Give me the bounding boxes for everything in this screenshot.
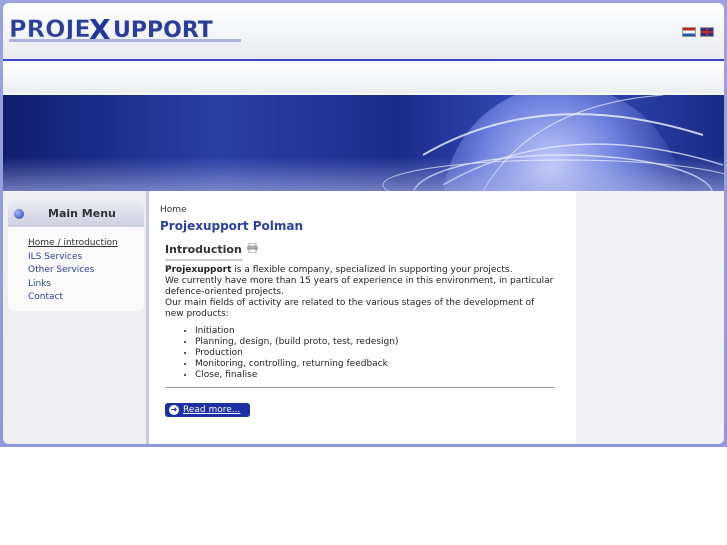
page-title: Projexupport Polman: [160, 219, 304, 233]
article-title: Introduction: [165, 243, 242, 256]
menu-item-ils-services[interactable]: ILS Services: [28, 252, 82, 262]
menu-item-home[interactable]: Home / introduction: [28, 238, 118, 248]
main-menu-header: Main Menu: [8, 201, 144, 227]
menu-bullet-icon: [14, 209, 24, 219]
language-switcher: [682, 27, 714, 37]
article-header: Introduction: [165, 242, 555, 256]
list-item: Close, finalise: [195, 370, 555, 381]
main-content: Home Projexupport Polman Introduction Pr…: [150, 191, 576, 444]
article-title-rule: [165, 259, 243, 261]
intro-line-3: Our main fields of activity are related …: [165, 298, 535, 319]
left-column: Main Menu Home / introduction ILS Servic…: [3, 191, 149, 444]
read-more-label: Read more...: [183, 405, 241, 415]
main-menu: Main Menu Home / introduction ILS Servic…: [8, 201, 144, 311]
list-item: Initiation: [195, 326, 555, 337]
flag-nl-icon[interactable]: [682, 27, 696, 37]
menu-item-other-services[interactable]: Other Services: [28, 265, 94, 275]
article: Introduction Projexupport is a flexible …: [165, 242, 555, 417]
main-menu-list: Home / introduction ILS Services Other S…: [28, 237, 118, 305]
list-item: Planning, design, (build proto, test, re…: [195, 337, 555, 348]
column-separator: [146, 191, 149, 444]
site-logo[interactable]: PROJE X UPPORT: [9, 15, 241, 43]
list-item: Monitoring, controlling, returning feedb…: [195, 359, 555, 370]
banner-fade: [3, 157, 724, 191]
read-more-button[interactable]: ➜ Read more...: [165, 403, 251, 417]
menu-item-contact[interactable]: Contact: [28, 292, 63, 302]
menu-item-links[interactable]: Links: [28, 279, 51, 289]
list-item: Production: [195, 348, 555, 359]
header-band: [3, 63, 724, 93]
globe-banner: [3, 95, 724, 191]
article-divider: [165, 387, 555, 388]
read-more-arrow-icon: ➜: [169, 405, 179, 415]
breadcrumb[interactable]: Home: [160, 205, 187, 215]
intro-paragraph: Projexupport is a flexible company, spec…: [165, 265, 555, 276]
activity-list: Initiation Planning, design, (build prot…: [165, 326, 555, 381]
company-name: Projexupport: [165, 265, 232, 275]
flag-en-icon[interactable]: [700, 27, 714, 37]
site-header: PROJE X UPPORT: [3, 3, 724, 59]
main-menu-title: Main Menu: [48, 207, 116, 220]
intro-line-1: is a flexible company, specialized in su…: [231, 265, 513, 275]
page-inner: PROJE X UPPORT Main Menu Home / introduc…: [3, 3, 724, 444]
right-column: [576, 191, 724, 444]
svg-text:PROJE: PROJE: [9, 15, 91, 43]
intro-line-2: We currently have more than 15 years of …: [165, 276, 554, 297]
page-frame: PROJE X UPPORT Main Menu Home / introduc…: [0, 0, 727, 447]
print-icon[interactable]: [246, 242, 258, 256]
header-divider: [3, 59, 724, 61]
svg-text:X: X: [89, 15, 111, 43]
